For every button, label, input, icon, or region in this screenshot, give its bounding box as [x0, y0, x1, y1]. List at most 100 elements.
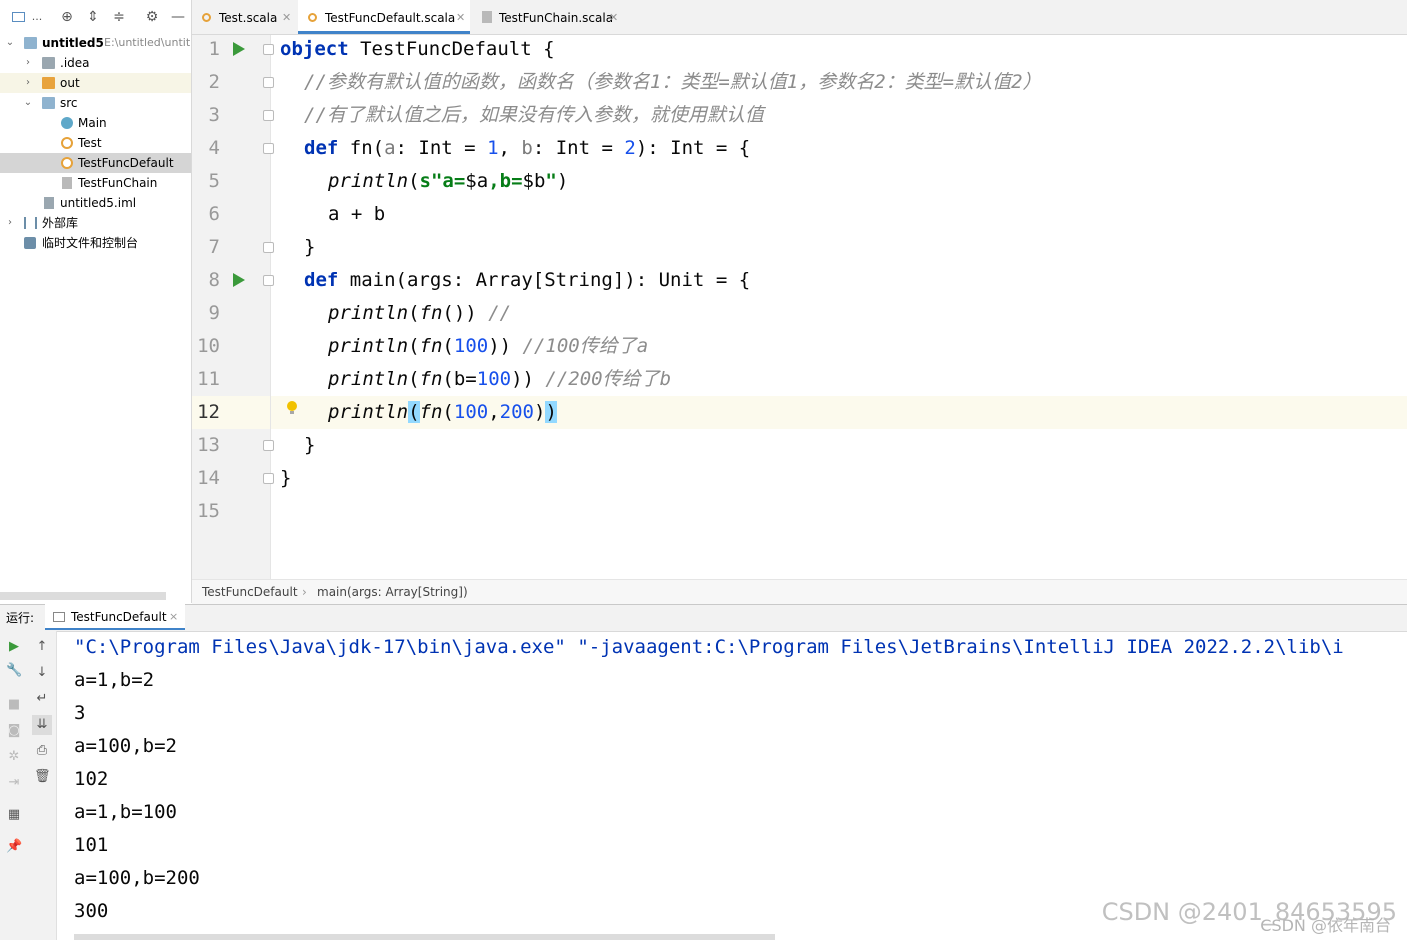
tree-item-idea[interactable]: › .idea: [0, 53, 191, 73]
string: s"a=: [419, 170, 466, 192]
line-number: 10: [197, 335, 220, 357]
dropdown-dots[interactable]: ...: [28, 8, 46, 26]
arrow-up-icon[interactable]: ↑: [34, 639, 50, 655]
console-output-line: a=1,b=2: [74, 669, 155, 691]
keyword: object: [280, 38, 349, 60]
function-name: fn: [419, 368, 443, 390]
rerun-icon[interactable]: ▶: [6, 639, 22, 655]
tab-testfuncdefault-scala[interactable]: TestFuncDefault.scala ✕: [298, 0, 470, 34]
stop-icon[interactable]: ■: [6, 697, 22, 713]
debug-settings-icon[interactable]: ✲: [6, 749, 22, 765]
chevron-down-icon[interactable]: ⌄: [22, 93, 34, 113]
tab-test-scala[interactable]: Test.scala ✕: [192, 0, 297, 34]
hide-icon[interactable]: —: [169, 8, 187, 26]
line-number: 15: [197, 500, 220, 522]
scroll-to-end-icon[interactable]: ⇊: [32, 715, 52, 735]
fold-marker-icon[interactable]: [263, 473, 274, 484]
code-text: (: [442, 335, 454, 357]
breadcrumb-item[interactable]: TestFuncDefault: [202, 580, 298, 604]
chevron-down-icon[interactable]: ⌄: [4, 33, 16, 53]
comment: //: [488, 302, 512, 324]
layout-icon[interactable]: ▦: [6, 807, 22, 823]
tree-item-scratches[interactable]: 临时文件和控制台: [0, 233, 191, 253]
folder-icon: [42, 77, 55, 89]
tree-item-testfunchain[interactable]: TestFunChain: [0, 173, 191, 193]
fold-marker-icon[interactable]: [263, 143, 274, 154]
pin-icon[interactable]: 📌: [6, 839, 22, 855]
line-number: 11: [197, 368, 220, 390]
code-line-4: def fn(a: Int = 1, b: Int = 2): Int = {: [304, 132, 750, 165]
run-tab-label: TestFuncDefault: [71, 610, 167, 624]
fold-marker-icon[interactable]: [263, 44, 274, 55]
library-icon: [24, 217, 37, 229]
wrench-icon[interactable]: 🔧: [6, 663, 22, 679]
tree-item-label: src: [60, 96, 78, 110]
chevron-right-icon[interactable]: ›: [22, 73, 34, 93]
close-icon[interactable]: ✕: [456, 0, 465, 36]
number: 100: [453, 335, 489, 357]
source-folder-icon: [42, 97, 55, 109]
trash-icon[interactable]: 🗑: [34, 769, 51, 785]
line-number: 12: [197, 401, 220, 423]
expand-all-icon[interactable]: ⇕: [84, 8, 102, 26]
comment: //100传给了a: [522, 335, 649, 357]
tree-item-iml[interactable]: untitled5.iml: [0, 193, 191, 213]
tab-testfunchain-scala[interactable]: TestFunChain.scala ✕: [471, 0, 621, 34]
settings-icon[interactable]: ⚙: [143, 8, 161, 26]
close-icon[interactable]: ✕: [609, 0, 618, 36]
line-number: 13: [197, 434, 220, 456]
chevron-right-icon[interactable]: ›: [4, 213, 16, 233]
breadcrumb-item[interactable]: main(args: Array[String]): [317, 580, 468, 604]
tree-item-external-libraries[interactable]: › 外部库: [0, 213, 191, 233]
fold-marker-icon[interactable]: [263, 110, 274, 121]
code-text: : Int =: [395, 137, 488, 159]
tree-item-main[interactable]: Main: [0, 113, 191, 133]
arrow-down-icon[interactable]: ↓: [34, 665, 50, 681]
run-icon[interactable]: [233, 42, 245, 56]
tree-item-test[interactable]: Test: [0, 133, 191, 153]
comment: //200传给了b: [545, 368, 672, 390]
run-tab-testfuncdefault[interactable]: TestFuncDefault ×: [45, 604, 185, 630]
code-text: (b=: [442, 368, 477, 390]
console-horizontal-scrollbar[interactable]: [74, 934, 775, 940]
collapse-all-icon[interactable]: ≑: [110, 8, 128, 26]
tree-item-src[interactable]: ⌄ src: [0, 93, 191, 113]
close-icon[interactable]: ✕: [282, 0, 291, 36]
tab-label: TestFunChain.scala: [499, 11, 614, 25]
interpolation: $a: [465, 170, 489, 192]
fold-marker-icon[interactable]: [263, 77, 274, 88]
soft-wrap-icon[interactable]: ↵: [34, 691, 50, 707]
tree-item-label: untitled5: [42, 36, 104, 50]
tree-item-label: .idea: [60, 56, 90, 70]
tree-item-testfuncdefault[interactable]: TestFuncDefault: [0, 153, 191, 173]
code-line-12: println(fn(100,200)): [328, 396, 557, 429]
run-toolbar-primary: ▶ 🔧 ■ ◙ ✲ ⇥ ▦ 📌: [0, 631, 29, 940]
lightbulb-icon[interactable]: [287, 401, 297, 411]
tree-item-out[interactable]: › out: [0, 73, 191, 93]
project-horizontal-scrollbar[interactable]: [0, 592, 166, 600]
line-number: 4: [208, 137, 220, 159]
interpolation: $b: [522, 170, 546, 192]
run-icon[interactable]: [233, 273, 245, 287]
code-line-14: }: [280, 467, 292, 489]
console-output-line: 3: [74, 702, 86, 724]
fold-marker-icon[interactable]: [263, 242, 274, 253]
code-text: main(args: Array[String]): Unit = {: [338, 269, 751, 291]
fold-marker-icon[interactable]: [263, 440, 274, 451]
locate-icon[interactable]: ⊕: [58, 8, 76, 26]
code-text: ): Int = {: [635, 137, 751, 159]
exit-icon[interactable]: ⇥: [6, 775, 22, 791]
tree-item-untitled5[interactable]: ⌄ untitled5 E:\untitled\untit: [0, 33, 191, 53]
print-icon[interactable]: ⎙: [34, 743, 50, 759]
tree-item-label: out: [60, 76, 80, 90]
close-icon[interactable]: ×: [169, 604, 178, 630]
code-line-9: println(fn()) //: [328, 297, 511, 330]
window-icon[interactable]: [10, 8, 28, 26]
console-output-line: 300: [74, 900, 109, 922]
fold-marker-icon[interactable]: [263, 275, 274, 286]
tab-label: TestFuncDefault.scala: [325, 11, 456, 25]
console-command-line: "C:\Program Files\Java\jdk-17\bin\java.e…: [74, 636, 1344, 658]
chevron-right-icon[interactable]: ›: [22, 53, 34, 73]
tree-item-label: Main: [78, 116, 107, 130]
camera-icon[interactable]: ◙: [6, 723, 22, 739]
